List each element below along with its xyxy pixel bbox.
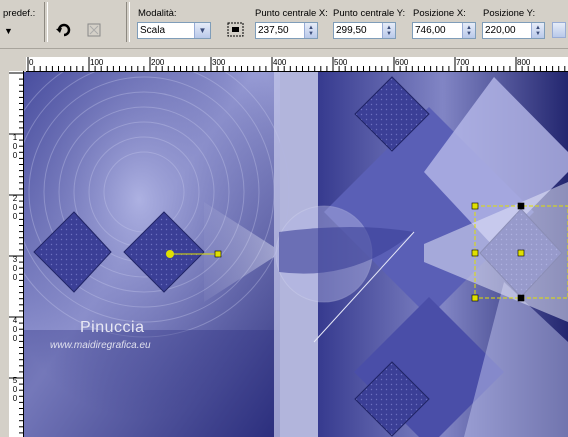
toolbar-overflow-button[interactable]	[552, 22, 566, 38]
spin-arrows-icon[interactable]: ▲ ▼	[304, 23, 317, 38]
position-y-value: 220,00	[485, 25, 516, 36]
position-y-label: Posizione Y:	[483, 8, 536, 19]
toolbar-separator	[44, 2, 48, 42]
center-x-value: 237,50	[258, 25, 289, 36]
chevron-down-icon[interactable]: ▼	[194, 23, 210, 38]
ruler-label: 0	[29, 58, 34, 67]
ruler-left: 1 0 0 2 0 0 3 0 0 4 0 0 5 0 0	[9, 71, 24, 437]
center-y-label: Punto centrale Y:	[333, 8, 406, 19]
watermark-url: www.maidiregrafica.eu	[50, 340, 151, 351]
ruler-label: 300	[212, 58, 226, 67]
scale-selection-icon[interactable]	[224, 18, 248, 42]
ruler-label: 2 0 0	[12, 194, 18, 221]
ruler-label: 800	[517, 58, 531, 67]
spin-arrows-icon[interactable]: ▲ ▼	[531, 23, 544, 38]
position-x-value: 746,00	[415, 25, 446, 36]
spin-arrows-icon[interactable]: ▲ ▼	[462, 23, 475, 38]
ruler-corner	[9, 57, 26, 71]
position-y-input[interactable]: 220,00 ▲ ▼	[482, 22, 545, 39]
ruler-label: 700	[456, 58, 470, 67]
mode-select[interactable]: Scala ▼	[137, 22, 211, 39]
toolbar-separator	[126, 2, 130, 42]
center-y-input[interactable]: 299,50 ▲ ▼	[333, 22, 396, 39]
preset-label: predef.:	[3, 8, 36, 19]
position-x-input[interactable]: 746,00 ▲ ▼	[412, 22, 476, 39]
watermark-text: Pinuccia	[80, 319, 145, 336]
center-x-input[interactable]: 237,50 ▲ ▼	[255, 22, 318, 39]
ruler-label: 5 0 0	[12, 376, 18, 403]
center-y-value: 299,50	[336, 25, 367, 36]
ruler-label: 400	[273, 58, 287, 67]
ruler-label: 200	[151, 58, 165, 67]
ruler-label: 3 0 0	[12, 255, 18, 282]
ruler-label: 600	[395, 58, 409, 67]
position-x-label: Posizione X:	[413, 8, 466, 19]
reset-icon[interactable]	[52, 18, 76, 42]
tool-options-toolbar: predef.: ▼ Modalità: Scala ▼ Punto centr…	[0, 0, 568, 49]
canvas-artwork	[24, 72, 568, 437]
ruler-label: 500	[334, 58, 348, 67]
preset-dropdown-arrow-icon[interactable]: ▼	[4, 26, 13, 36]
center-x-label: Punto centrale X:	[255, 8, 328, 19]
mode-label: Modalità:	[138, 8, 177, 19]
ruler-label: 1 0 0	[12, 133, 18, 160]
mode-value: Scala	[140, 25, 166, 36]
ruler-top: 0 100 200 300 400 500 600 700 800	[26, 57, 568, 72]
transform-icon[interactable]	[82, 18, 106, 42]
ruler-label: 100	[90, 58, 104, 67]
image-canvas[interactable]: Pinuccia www.maidiregrafica.eu	[24, 72, 568, 437]
ruler-label: 4 0 0	[12, 316, 18, 343]
spin-arrows-icon[interactable]: ▲ ▼	[382, 23, 395, 38]
